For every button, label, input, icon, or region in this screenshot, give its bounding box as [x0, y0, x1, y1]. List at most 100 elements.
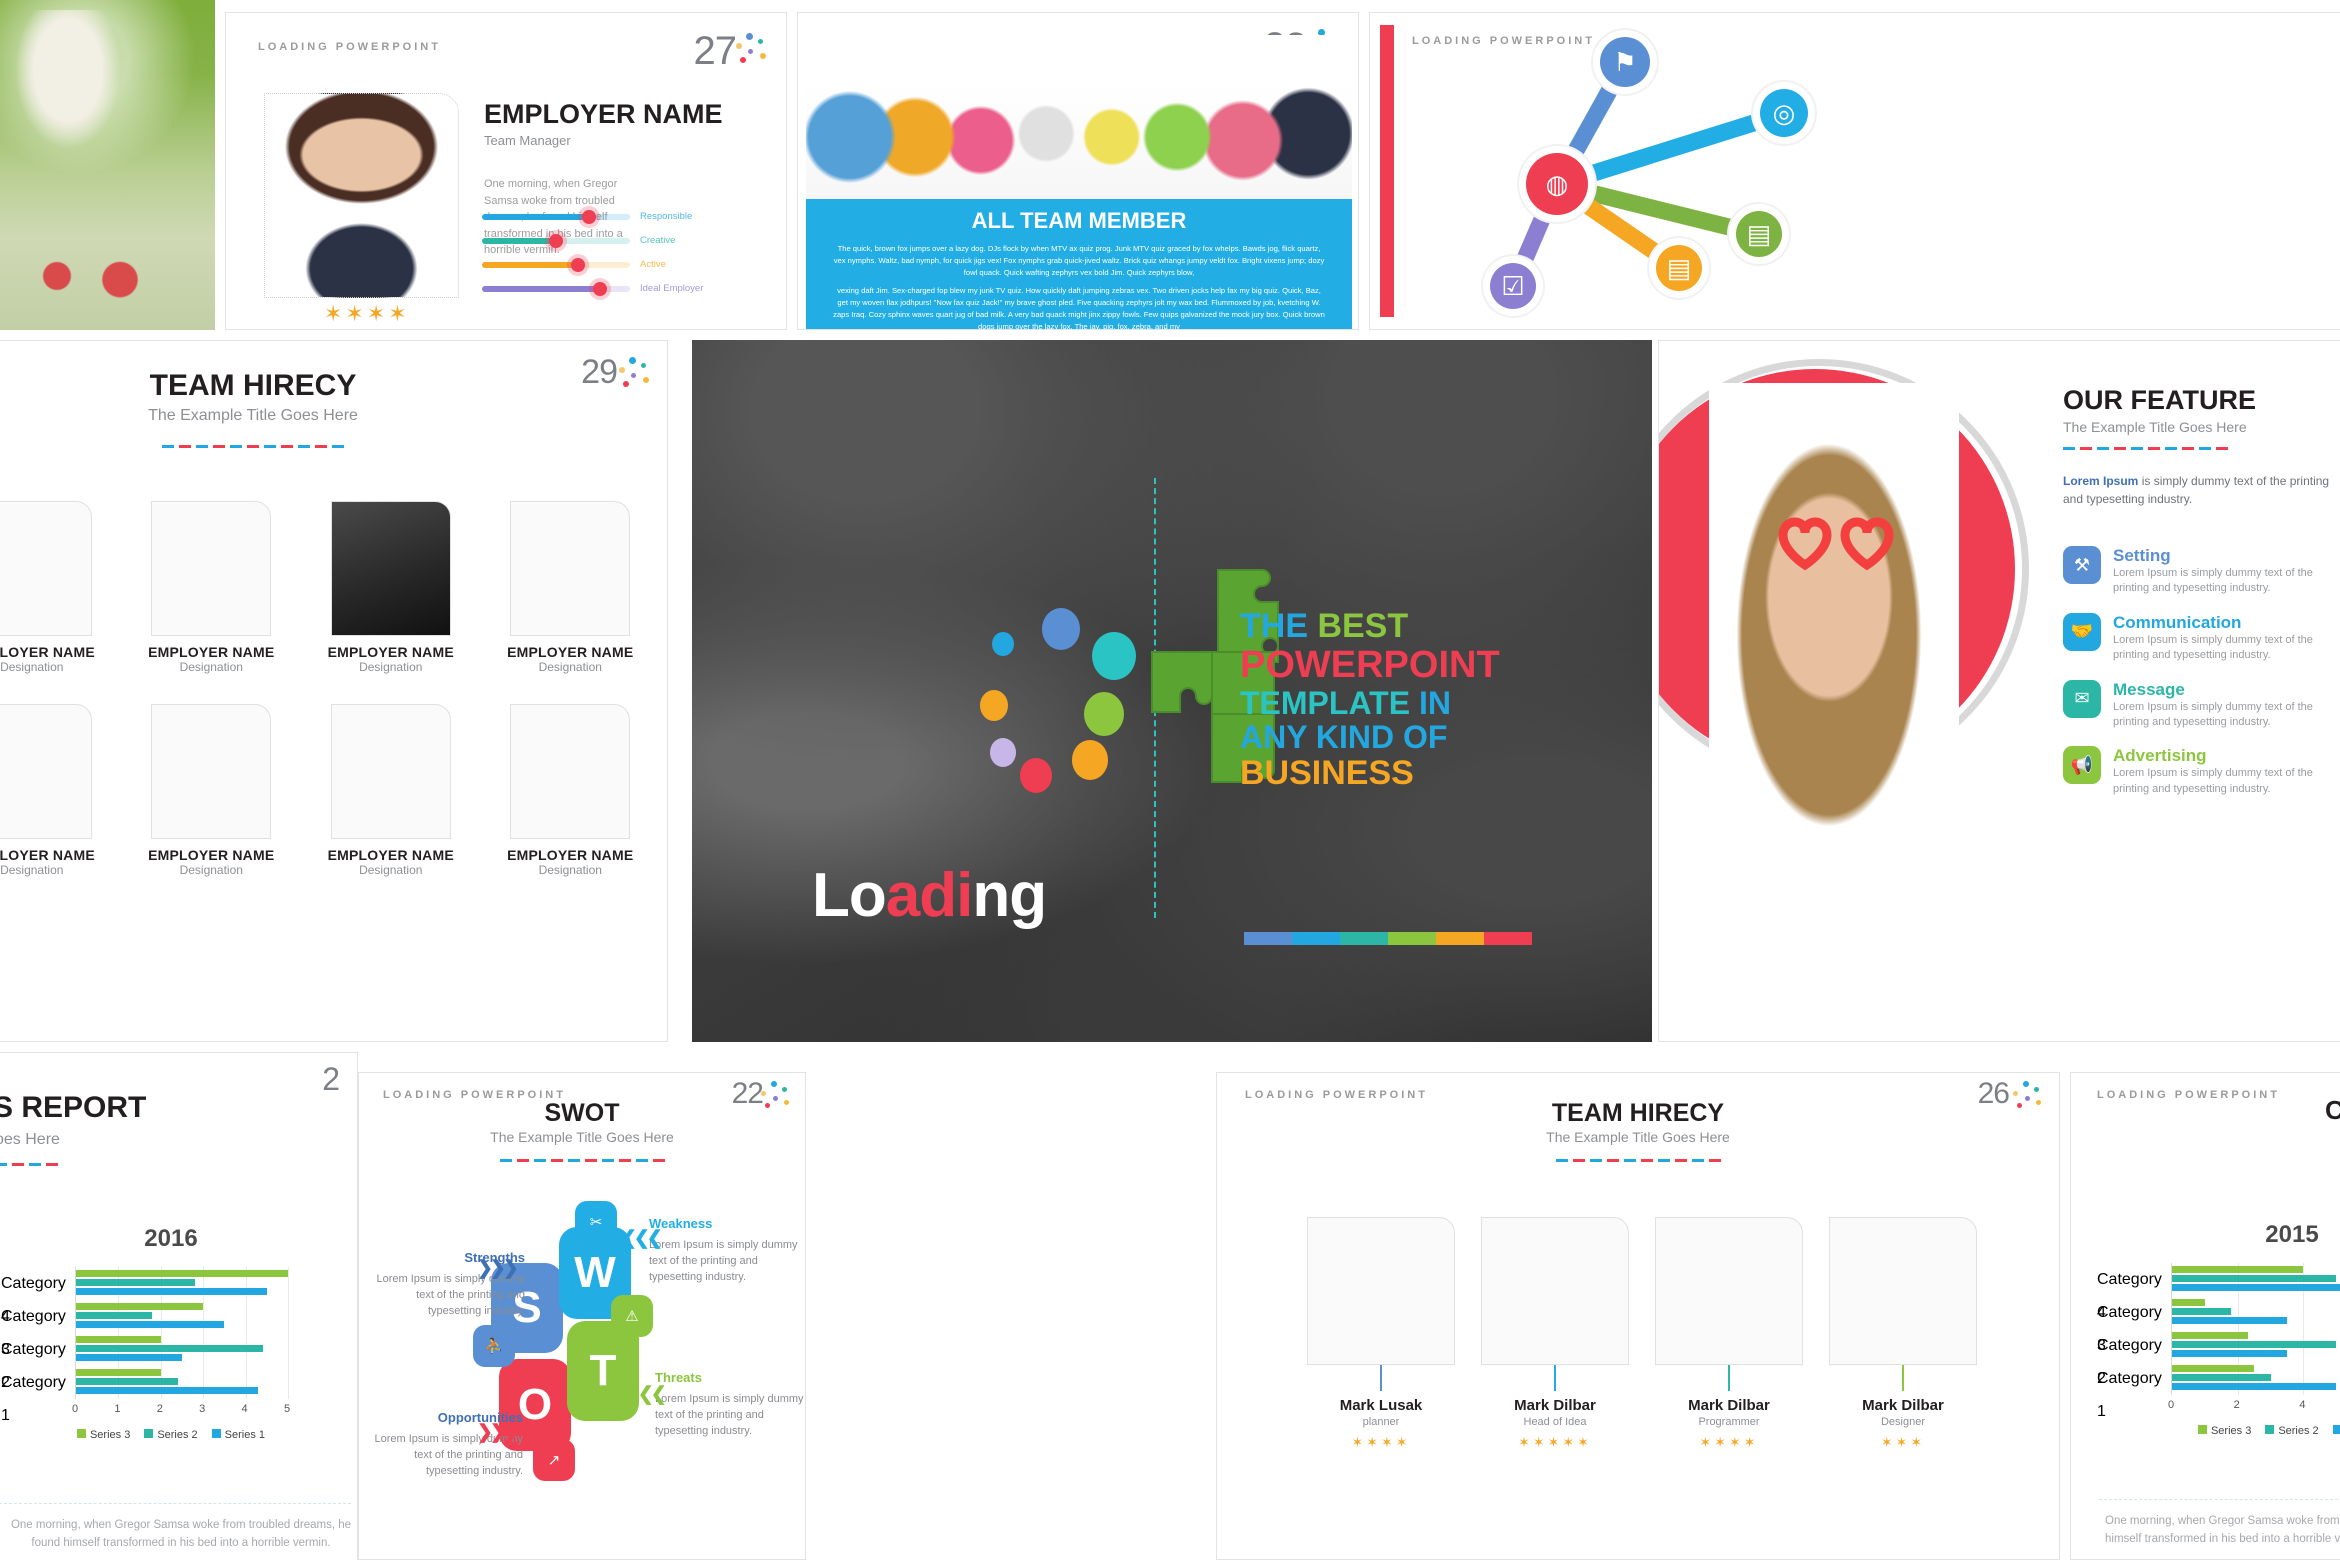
member-card[interactable]: EMPLOYER NAMEDesignation	[310, 704, 472, 877]
member-card[interactable]: EMPLOYER NAMEDesignation	[0, 704, 113, 877]
member-name: EMPLOYER NAME	[327, 847, 454, 863]
member-card[interactable]: EMPLOYER NAMEDesignation	[490, 501, 652, 674]
bar-series-2	[2172, 1341, 2337, 1348]
node-flag-icon[interactable]: ⚑	[1600, 37, 1650, 87]
team-member-card[interactable]: Mark Dilbar Head of Idea ✶✶✶✶✶	[1481, 1217, 1629, 1451]
megaphone-icon: 📢	[2063, 746, 2101, 785]
feature-item-text: Lorem Ipsum is simply dummy text of the …	[2113, 633, 2313, 662]
slide-bicycle-photo[interactable]	[0, 0, 215, 330]
slide-node-diagram[interactable]: LOADING POWERPOINT ⚑ ◎ ◍ ▤ ▤ ☑	[1369, 12, 2340, 330]
feature-item[interactable]: 📢 Advertising Lorem Ipsum is simply dummy …	[2063, 746, 2340, 797]
node-loading-icon[interactable]: ◍	[1526, 153, 1588, 215]
member-card[interactable]: EMPLOYER NAMEDesignation	[131, 704, 293, 877]
legend-entry[interactable]: Series 1	[2332, 1425, 2340, 1437]
progress-segment	[1388, 932, 1436, 945]
slide-team-hirecy-29[interactable]: 29 TEAM HIRECY The Example Title Goes He…	[0, 340, 668, 1042]
skill-handle[interactable]	[593, 281, 608, 296]
skill-track[interactable]	[482, 209, 630, 224]
skill-track[interactable]	[482, 281, 630, 296]
bar-series-2	[76, 1345, 263, 1352]
feature-photo-circles	[1659, 355, 2039, 1015]
feature-item[interactable]: ✉ Message Lorem Ipsum is simply dummy text…	[2063, 679, 2340, 731]
arrow-tag-icon[interactable]: ↗	[533, 1439, 575, 1481]
slide27-dots-decoration	[734, 33, 768, 67]
team-member-card[interactable]: Mark Lusak planner ✶✶✶✶	[1307, 1217, 1455, 1451]
bar-series-2	[2172, 1308, 2232, 1315]
skill-handle[interactable]	[581, 209, 596, 224]
member-name: EMPLOYER NAME	[0, 644, 95, 660]
member-card[interactable]: EMPLOYER NAMEDesignation	[0, 501, 113, 674]
slide-loading-hero[interactable]: THE BEST POWERPOINT TEMPLATE IN ANY KIND OF…	[692, 340, 1652, 1042]
slide-all-team-member[interactable]: LOADING POWERPOINT 28 ALL TEAM MEMBER Th…	[797, 12, 1359, 330]
member-card[interactable]: EMPLOYER NAMEDesignation	[131, 501, 293, 674]
slide-report-2015[interactable]: LOADING POWERPOINT CO 2015Category 4Cate…	[2070, 1072, 2340, 1560]
node-search-icon[interactable]: ◎	[1760, 89, 1808, 137]
hirecy26-title: TEAM HIRECY	[1551, 1099, 1725, 1127]
category-label: Category 1	[1, 1374, 66, 1424]
member-card[interactable]: EMPLOYER NAMEDesignation	[310, 501, 472, 674]
bar-group	[2172, 1263, 2340, 1296]
legend-entry[interactable]: Series 2	[2265, 1425, 2319, 1437]
bar-series-3	[2172, 1332, 2248, 1339]
team-member-photo	[1481, 1217, 1629, 1365]
chart-title: 2015	[2265, 1221, 2319, 1248]
progress-segment	[1244, 932, 1292, 945]
decorative-bubble	[992, 632, 1014, 657]
tools-icon: ⚒	[2063, 546, 2101, 584]
slide-team-hirecy-26[interactable]: LOADING POWERPOINT 26 TEAM HIRECY The Ex…	[1216, 1072, 2060, 1560]
gridline	[288, 1267, 289, 1399]
team-member-card[interactable]: Mark Dilbar Designer ✶✶✶	[1829, 1217, 1977, 1451]
swot-chevron: ❯❯❯	[477, 1422, 519, 1443]
skill-handle[interactable]	[571, 257, 586, 272]
bar-series-3	[2172, 1266, 2304, 1273]
headline-word: TEMPLATE	[1240, 684, 1419, 721]
member-designation: Designation	[179, 660, 243, 674]
weightlifter-tag-icon[interactable]: ⛹	[473, 1325, 515, 1367]
skill-track[interactable]	[482, 257, 630, 272]
node-checkbox-icon[interactable]: ☑	[1490, 263, 1536, 309]
bar-group	[76, 1366, 287, 1399]
skill-track[interactable]	[482, 233, 630, 248]
slide27-title: EMPLOYER NAME	[484, 99, 723, 129]
skill-row: Ideal Employer	[482, 281, 752, 296]
report2015-title: CO	[2325, 1095, 2340, 1126]
bar-group	[2172, 1362, 2340, 1395]
swot-dash-divider	[359, 1159, 805, 1162]
feature-item[interactable]: ⚒ Setting Lorem Ipsum is simply dummy text…	[2063, 546, 2340, 597]
legend-entry[interactable]: Series 3	[76, 1429, 130, 1441]
bar-series-1	[2172, 1350, 2287, 1357]
legend-entry[interactable]: Series 1	[211, 1429, 265, 1441]
bar-series-2	[76, 1312, 153, 1319]
skill-handle[interactable]	[549, 233, 563, 248]
slide29-dots-decoration	[617, 357, 651, 391]
feature-item[interactable]: 🤝 Communication Lorem Ipsum is simply dumm…	[2063, 612, 2340, 664]
skill-row: Creative	[482, 233, 752, 248]
swot-diagram: S W O T ✂ ⛹ ⚠ ↗ Strengths Lorem Ipsum is simply d…	[359, 1191, 805, 1541]
bar-series-1	[76, 1288, 267, 1295]
team-member-role: planner	[1362, 1416, 1400, 1428]
member-photo	[510, 501, 631, 636]
scissors-tag-icon[interactable]: ✂	[575, 1201, 617, 1243]
member-designation: Designation	[359, 863, 423, 877]
slide-swot[interactable]: LOADING POWERPOINT 22 SWOT The Example T…	[358, 1072, 806, 1560]
team-member-card[interactable]: Mark Dilbar Programmer ✶✶✶✶	[1655, 1217, 1803, 1451]
slide-report-2016[interactable]: 2 S REPORT oes Here 2016 Category 4 Catego…	[0, 1052, 358, 1560]
x-tick-label: 4	[2299, 1399, 2306, 1411]
legend-entry[interactable]: Series 3	[2197, 1425, 2251, 1437]
warning-tag-icon[interactable]: ⚠	[611, 1295, 653, 1337]
swot-chevron: ❯❯❯	[477, 1258, 519, 1279]
slide-our-feature[interactable]: OUR FEATURE The Example Title Goes Here …	[1658, 340, 2340, 1042]
bar-series-3	[76, 1270, 288, 1277]
slide29-dash-divider	[0, 445, 517, 448]
node-list-icon[interactable]: ▤	[1736, 211, 1782, 257]
hirecy26-subtitle: The Example Title Goes Here	[1546, 1129, 1730, 1145]
report2016-caption: One morning, when Gregor Samsa woke from…	[10, 1519, 352, 1549]
bar-series-2	[76, 1279, 195, 1286]
slide-employer-name[interactable]: LOADING POWERPOINT 27 EMPLOYER NAME Team…	[225, 12, 787, 330]
legend-entry[interactable]: Series 2	[144, 1429, 198, 1441]
chart-legend: Series 3 Series 2 Series 1	[2097, 1425, 2340, 1437]
bar-series-1	[76, 1354, 182, 1361]
bar-series-1	[2172, 1383, 2337, 1390]
node-document-icon[interactable]: ▤	[1656, 245, 1702, 291]
member-card[interactable]: EMPLOYER NAMEDesignation	[490, 704, 652, 877]
